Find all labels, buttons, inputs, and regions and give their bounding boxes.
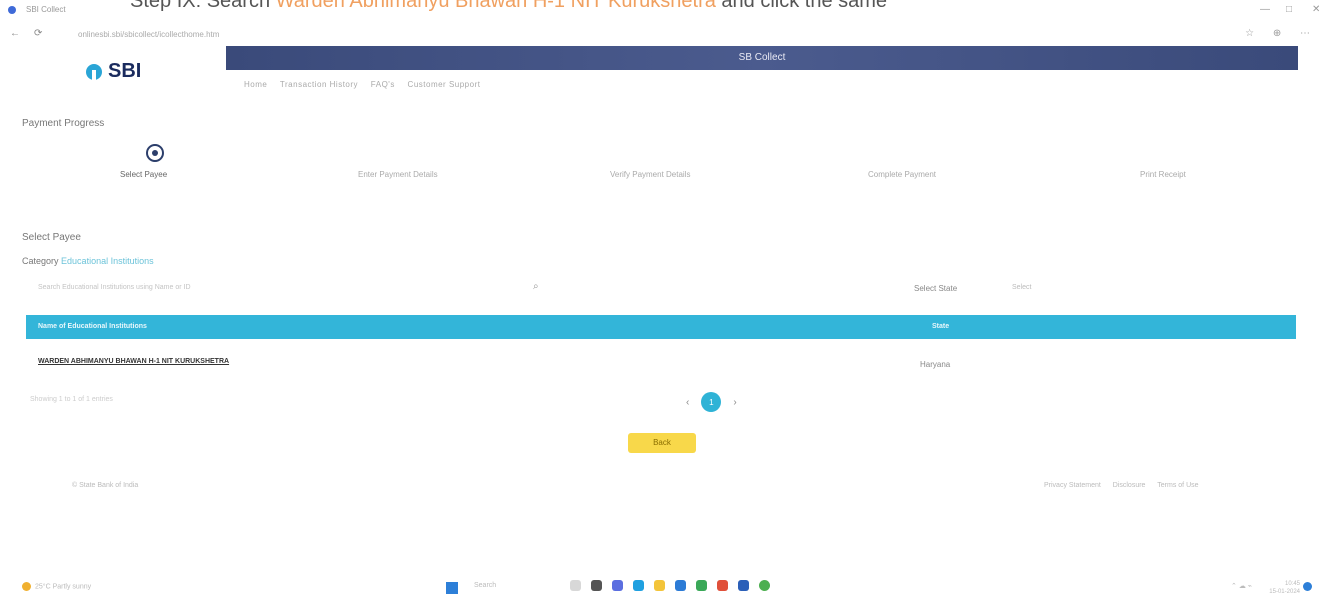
taskbar-apps <box>570 580 770 591</box>
sbi-logo-text: SBI <box>108 60 142 82</box>
step-enter-details: Enter Payment Details <box>358 170 438 179</box>
refresh-icon[interactable]: ⟳ <box>34 28 42 39</box>
footer-link-terms[interactable]: Terms of Use <box>1157 482 1198 489</box>
file-explorer-icon[interactable] <box>654 580 665 591</box>
close-icon[interactable]: ✕ <box>1312 4 1320 15</box>
browser-toolbar-icons[interactable]: ☆ ⊕ ⋯ <box>1245 28 1318 39</box>
sbi-logo[interactable]: SBI <box>86 60 141 83</box>
next-page-icon[interactable]: › <box>733 397 736 408</box>
step-verify-details: Verify Payment Details <box>610 170 691 179</box>
state-select[interactable]: Select <box>1012 284 1031 291</box>
nav-faqs[interactable]: FAQ's <box>371 80 395 89</box>
clock[interactable]: 10:45 15-01-2024 <box>1269 580 1300 596</box>
footer-links: Privacy Statement Disclosure Terms of Us… <box>1044 482 1209 489</box>
page-1-button[interactable]: 1 <box>701 392 722 412</box>
browser-tab[interactable]: SBI Collect <box>26 5 66 14</box>
copyright-text: © State Bank of India <box>72 482 139 489</box>
url-field[interactable]: onlinesbi.sbi/sbicollect/icollecthome.ht… <box>78 30 219 39</box>
chat-icon[interactable] <box>612 580 623 591</box>
payee-link-warden-abhimanyu[interactable]: WARDEN ABHIMANYU BHAWAN H-1 NIT KURUKSHE… <box>38 358 229 365</box>
header-title: SB Collect <box>738 52 786 63</box>
category-label: Category <box>22 256 59 266</box>
minimize-icon[interactable]: — <box>1260 4 1270 15</box>
sbi-logo-icon <box>86 63 102 80</box>
column-header-state[interactable]: State <box>932 323 949 330</box>
nav-customer-support[interactable]: Customer Support <box>408 80 481 89</box>
prev-page-icon[interactable]: ‹ <box>686 397 689 408</box>
pagination: ‹ 1 › <box>686 392 737 412</box>
word-icon[interactable] <box>738 580 749 591</box>
search-icon[interactable]: ⌕ <box>533 281 539 292</box>
system-tray-icons[interactable]: ⌃ ☁ ⌁ <box>1231 582 1252 590</box>
state-label: Select State <box>914 284 958 293</box>
nav-home[interactable]: Home <box>244 80 267 89</box>
select-payee-title: Select Payee <box>22 232 81 243</box>
payee-state: Haryana <box>920 360 951 369</box>
taskbar: 25°C Partly sunny Search ⌃ ☁ ⌁ 10:45 15-… <box>0 578 1332 603</box>
footer-link-disclosure[interactable]: Disclosure <box>1113 482 1146 489</box>
header-bar: SB Collect <box>226 46 1298 70</box>
search-input[interactable]: Search Educational Institutions using Na… <box>38 284 191 291</box>
weather-icon <box>22 582 31 591</box>
task-view-icon[interactable] <box>591 580 602 591</box>
excel-icon[interactable] <box>696 580 707 591</box>
step-complete-payment: Complete Payment <box>868 170 937 179</box>
start-icon[interactable] <box>446 582 458 594</box>
back-button[interactable]: Back <box>628 433 696 453</box>
active-step-radio-icon <box>146 144 164 162</box>
top-nav: Home Transaction History FAQ's Customer … <box>244 80 490 89</box>
browser-tab-bar: SBI Collect — □ ✕ <box>0 0 1332 22</box>
back-arrow-icon[interactable]: ← <box>10 28 20 39</box>
chrome-icon[interactable] <box>759 580 770 591</box>
step-print-receipt: Print Receipt <box>1140 170 1186 179</box>
clock-time: 10:45 <box>1284 581 1300 587</box>
address-bar: ← ⟳ onlinesbi.sbi/sbicollect/icollecthom… <box>0 24 1332 46</box>
footer-link-privacy[interactable]: Privacy Statement <box>1044 482 1101 489</box>
progress-title: Payment Progress <box>22 118 105 129</box>
showing-entries: Showing 1 to 1 of 1 entries <box>30 396 113 403</box>
category-row: Category Educational Institutions <box>22 256 154 266</box>
weather-widget[interactable]: 25°C Partly sunny <box>22 582 91 591</box>
nav-transaction-history[interactable]: Transaction History <box>280 80 358 89</box>
tab-favicon-icon <box>8 6 16 14</box>
taskbar-search[interactable]: Search <box>474 582 496 589</box>
notification-icon[interactable] <box>1303 582 1312 591</box>
widgets-icon[interactable] <box>570 580 581 591</box>
table-header: Name of Educational Institutions State <box>26 315 1296 339</box>
clock-date: 15-01-2024 <box>1269 589 1300 595</box>
edge-icon[interactable] <box>633 580 644 591</box>
step-select-payee: Select Payee <box>120 170 168 179</box>
column-header-name[interactable]: Name of Educational Institutions <box>38 323 147 330</box>
powerpoint-icon[interactable] <box>717 580 728 591</box>
store-icon[interactable] <box>675 580 686 591</box>
maximize-icon[interactable]: □ <box>1286 4 1292 15</box>
weather-text: 25°C Partly sunny <box>35 583 92 591</box>
category-value-link[interactable]: Educational Institutions <box>61 256 154 266</box>
